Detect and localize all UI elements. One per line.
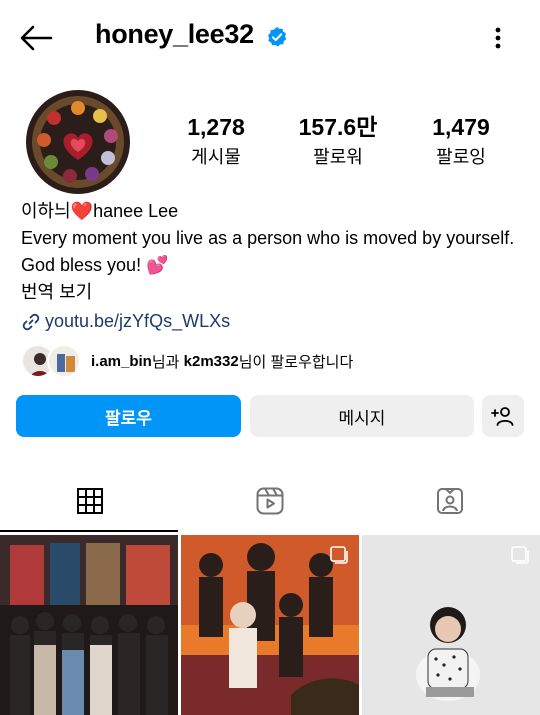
- more-vertical-icon: [495, 27, 501, 49]
- more-options-button[interactable]: [484, 22, 512, 54]
- suggest-users-button[interactable]: [482, 395, 524, 437]
- profile-bio: 이하늬❤️hanee Lee Every moment you live as …: [21, 198, 521, 335]
- followers-count: 157.6만: [298, 114, 378, 140]
- top-bar: honey_lee32: [0, 0, 540, 76]
- mutual-user-2[interactable]: k2m332: [184, 353, 239, 370]
- post-thumbnail[interactable]: [362, 535, 540, 715]
- tab-posts-grid[interactable]: [0, 470, 180, 532]
- posts-count: 1,278: [187, 114, 245, 140]
- tab-tagged[interactable]: [360, 470, 540, 532]
- mutual-avatars: [21, 344, 83, 378]
- profile-picture-image: [26, 90, 130, 194]
- following-stat[interactable]: 1,479 팔로잉: [406, 112, 516, 170]
- tagged-icon: [437, 488, 463, 514]
- bio-display-name: 이하늬❤️hanee Lee: [21, 201, 179, 221]
- mutual-suffix: 님이 팔로우합니다: [238, 353, 354, 371]
- mutual-avatar: [47, 344, 81, 378]
- multiple-images-icon: [330, 546, 348, 564]
- reels-icon: [256, 487, 284, 515]
- mutual-connector: 님과: [151, 353, 184, 371]
- tab-reels[interactable]: [180, 470, 360, 532]
- post-image: [0, 535, 178, 715]
- link-icon: [22, 313, 40, 330]
- arrow-left-icon: [20, 25, 53, 51]
- bio-link-text: youtu.be/jzYfQs_WLXs: [45, 311, 231, 331]
- bio-text: Every moment you live as a person who is…: [21, 228, 515, 275]
- profile-tabs: [0, 470, 540, 532]
- back-button[interactable]: [18, 22, 54, 54]
- message-button[interactable]: 메시지: [250, 395, 474, 437]
- mutual-followers[interactable]: i.am_bin 님과 k2m332 님이 팔로우합니다: [21, 344, 353, 378]
- profile-username: honey_lee32: [95, 19, 254, 49]
- bio-link[interactable]: youtu.be/jzYfQs_WLXs: [21, 308, 521, 335]
- add-person-icon: [491, 407, 514, 426]
- posts-label: 게시물: [191, 147, 241, 167]
- following-label: 팔로잉: [436, 147, 486, 167]
- posts-grid: [0, 535, 540, 715]
- posts-stat: 1,278 게시물: [161, 112, 271, 170]
- following-count: 1,479: [432, 114, 490, 140]
- post-thumbnail[interactable]: [181, 535, 359, 715]
- follow-button[interactable]: 팔로우: [16, 395, 241, 437]
- mutual-user-1[interactable]: i.am_bin: [91, 353, 152, 370]
- followers-label: 팔로워: [313, 147, 363, 167]
- grid-icon: [77, 488, 103, 514]
- post-thumbnail[interactable]: [0, 535, 178, 715]
- multiple-images-icon: [511, 546, 529, 564]
- verified-badge-icon: [268, 26, 287, 47]
- translate-button[interactable]: 번역 보기: [21, 279, 521, 306]
- profile-avatar[interactable]: [26, 90, 130, 194]
- followers-stat[interactable]: 157.6만 팔로워: [283, 112, 393, 170]
